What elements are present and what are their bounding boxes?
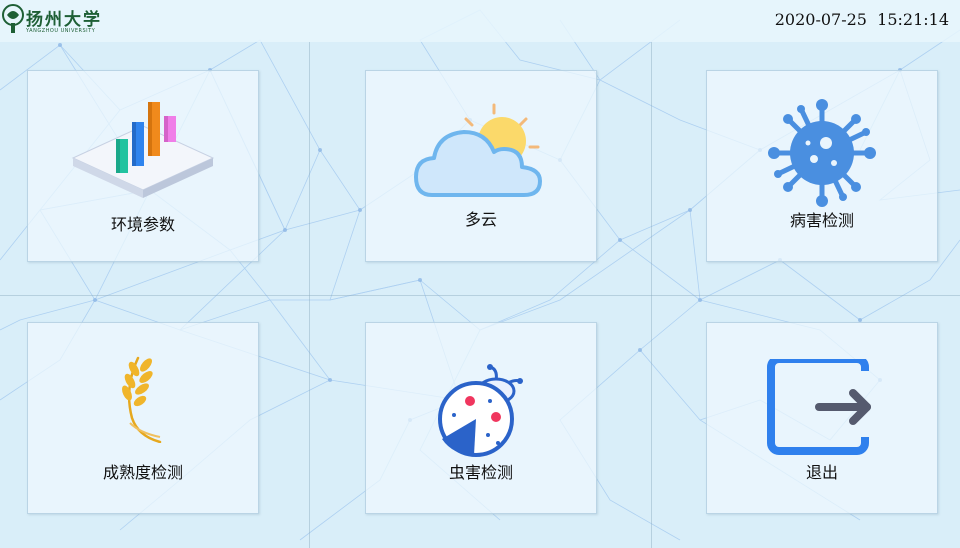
top-bar: 扬州大学 YANGZHOU UNIVERSITY 2020-07-25 15:2… xyxy=(0,0,960,42)
tile-label: 虫害检测 xyxy=(448,463,513,482)
tile-weather[interactable]: 多云 xyxy=(365,70,597,262)
tile-label: 病害检测 xyxy=(789,211,854,230)
tile-exit[interactable]: 退出 xyxy=(706,322,938,514)
bar-chart-icon xyxy=(71,102,215,198)
tile-maturity-detection[interactable]: 成熟度检测 xyxy=(27,322,259,514)
divider-horizontal xyxy=(0,295,960,296)
ladybug-icon xyxy=(438,364,523,457)
tile-environment-params[interactable]: 环境参数 xyxy=(27,70,259,262)
tile-disease-detection[interactable]: 病害检测 xyxy=(706,70,938,262)
university-logo: 扬州大学 YANGZHOU UNIVERSITY xyxy=(2,2,100,38)
tile-label: 环境参数 xyxy=(110,215,175,234)
datetime-display: 2020-07-25 15:21:14 xyxy=(774,10,949,29)
wheat-icon xyxy=(122,356,162,443)
logo-name: 扬州大学 xyxy=(26,10,102,30)
tile-label: 退出 xyxy=(805,463,838,482)
exit-icon xyxy=(767,359,871,455)
tile-pest-detection[interactable]: 虫害检测 xyxy=(365,322,597,514)
virus-icon xyxy=(768,99,876,207)
tile-label: 成熟度检测 xyxy=(102,463,183,482)
university-emblem-icon xyxy=(2,4,24,33)
logo-subtitle: YANGZHOU UNIVERSITY xyxy=(26,28,96,34)
tile-label: 多云 xyxy=(464,210,497,229)
partly-cloudy-icon xyxy=(414,103,542,197)
